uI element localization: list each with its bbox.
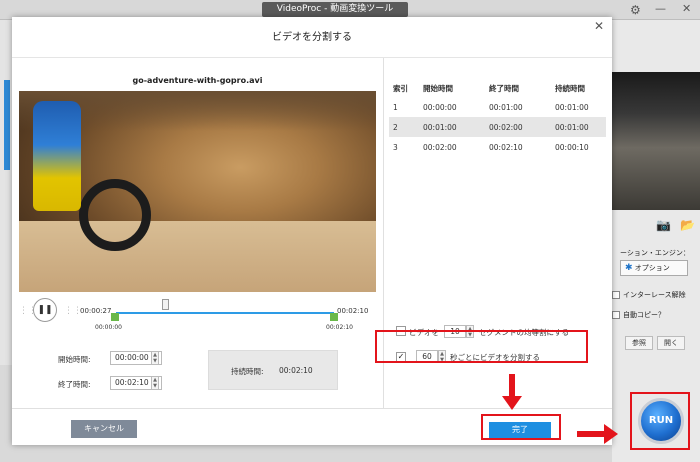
header-duration: 持続時間 [555,84,585,93]
gear-icon[interactable]: ⚙ [630,3,641,17]
segment-table: 索引 開始時間 終了時間 持続時間 1 00:00:00 00:01:00 00… [389,77,606,157]
timeline-end-time: 00:02:10 [337,307,369,315]
table-cell: 1 [393,103,398,112]
table-cell: 00:02:00 [489,123,523,132]
gear-icon: ✱ [625,263,633,273]
run-button[interactable]: RUN [638,398,684,444]
pause-button[interactable]: ❚❚ [33,298,57,322]
table-cell: 00:02:10 [489,143,523,152]
arrow-down-icon [502,396,522,410]
start-time-label: 開始時間: [58,355,91,364]
table-row[interactable]: 1 00:00:00 00:01:00 00:01:00 [389,97,606,117]
left-accent-stripe [4,80,10,170]
dialog-close-icon[interactable]: ✕ [594,19,604,33]
folder-icon[interactable]: 📂 [680,218,695,232]
option-button[interactable]: ✱ オプション [620,260,688,276]
done-button[interactable]: 完了 [489,422,551,438]
duration-value: 00:02:10 [279,366,313,375]
header-end: 終了時間 [489,84,519,93]
dialog-title: ビデオを分割する [272,32,352,43]
table-row[interactable]: 2 00:01:00 00:02:00 00:01:00 [389,117,606,137]
segment-table-header: 索引 開始時間 終了時間 持続時間 [389,77,606,97]
table-cell: 00:01:00 [489,103,523,112]
rider-figure [33,101,81,211]
header-start: 開始時間 [423,84,453,93]
minimize-icon[interactable]: — [655,2,666,15]
autocopy-label: 自動コピー？ [623,311,665,319]
option-label: オプション [634,264,670,272]
timeline-track[interactable] [116,312,334,314]
table-cell: 00:01:00 [555,123,589,132]
table-cell: 2 [393,123,398,132]
engine-label: ーション・エンジン： [620,249,690,257]
range-end-time: 00:02:10 [326,324,353,331]
highlight-seconds-option [375,330,588,363]
footer-divider [12,408,612,409]
autocopy-checkbox[interactable]: 自動コピー？ [612,310,665,320]
camera-icon[interactable]: 📷 [656,218,671,232]
table-cell: 00:01:00 [555,103,589,112]
video-preview[interactable] [19,91,376,292]
current-time: 00:00:27 [80,307,112,315]
table-cell: 00:00:00 [423,103,457,112]
open-button[interactable]: 開く [657,336,685,350]
deinterlace-checkbox[interactable]: インターレース解除 [612,290,686,300]
duration-label: 持続時間: [231,367,264,376]
trim-start-handle[interactable] [111,313,119,321]
cancel-button[interactable]: キャンセル [71,420,137,438]
arrow-right-icon [577,431,605,437]
duration-box: 持続時間: 00:02:10 [208,350,338,390]
browse-button[interactable]: 参照 [625,336,653,350]
table-row[interactable]: 3 00:02:00 00:02:10 00:00:10 [389,137,606,157]
split-video-dialog: ビデオを分割する ✕ go-adventure-with-gopro.avi ⋮… [12,17,612,445]
table-cell: 00:00:10 [555,143,589,152]
motorcycle-wheel [79,179,151,251]
path-buttons: 参照 開く [625,336,689,350]
preview-thumbnail [612,72,700,210]
end-time-label: 終了時間: [58,380,91,389]
start-time-spinner[interactable]: ▲ ▼ [151,351,159,365]
range-start-time: 00:00:00 [95,324,122,331]
table-cell: 3 [393,143,398,152]
table-cell: 00:01:00 [423,123,457,132]
arrow-right-icon [604,424,618,444]
end-time-spinner[interactable]: ▲ ▼ [151,376,159,390]
header-divider [12,57,612,58]
table-cell: 00:02:00 [423,143,457,152]
window-title: VideoProc - 動画変換ツール [262,2,408,17]
playhead-handle[interactable] [162,299,170,310]
deinterlace-label: インターレース解除 [623,291,686,299]
header-index: 索引 [393,84,408,93]
close-icon[interactable]: ✕ [682,2,691,15]
video-filename: go-adventure-with-gopro.avi [132,76,263,85]
trim-end-handle[interactable] [330,313,338,321]
arrow-down-icon [509,374,515,398]
